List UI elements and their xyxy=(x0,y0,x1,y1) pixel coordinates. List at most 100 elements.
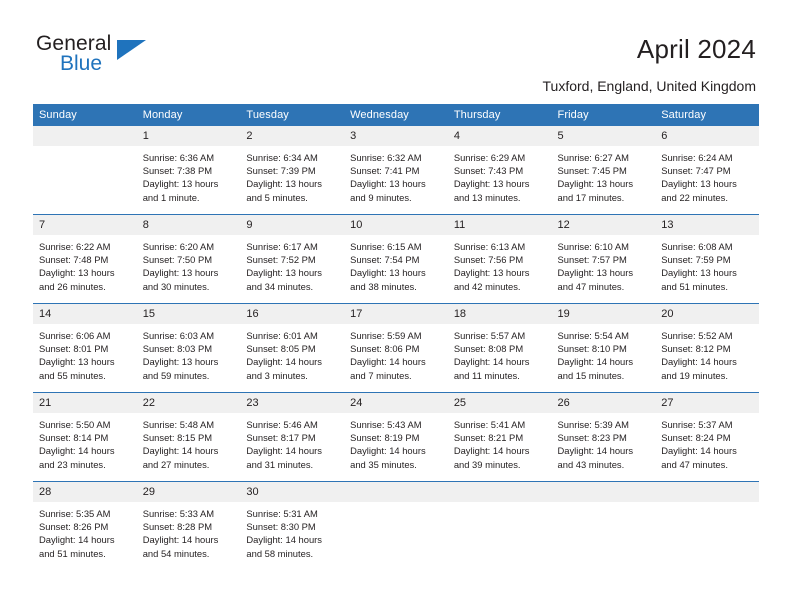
sunrise-text: Sunrise: 6:29 AM xyxy=(453,152,526,163)
daylight-text: Daylight: 13 hours xyxy=(142,267,219,279)
calendar-day-cell[interactable]: 17 Sunrise: 5:59 AM Sunset: 8:06 PM Dayligh… xyxy=(344,303,448,393)
daylight-text: and 43 minutes. xyxy=(557,458,625,470)
day-details: Sunrise: 5:37 AM Sunset: 8:24 PM Daylight:… xyxy=(655,413,759,471)
daylight-text: and 39 minutes. xyxy=(453,458,521,470)
day-number: 15 xyxy=(136,304,241,324)
page-header: General Blue April 2024 Tuxford, England… xyxy=(0,0,792,95)
daylight-text: Daylight: 14 hours xyxy=(557,445,634,457)
calendar-day-cell[interactable]: 25 Sunrise: 5:41 AM Sunset: 8:21 PM Dayligh… xyxy=(447,392,552,482)
sunrise-text: Sunrise: 5:35 AM xyxy=(39,508,111,519)
daylight-text: Daylight: 13 hours xyxy=(350,267,426,279)
day-number: 6 xyxy=(655,126,759,146)
calendar-day-cell[interactable]: 21 Sunrise: 5:50 AM Sunset: 8:14 PM Dayligh… xyxy=(33,392,137,482)
daylight-text: and 35 minutes. xyxy=(350,458,417,470)
sunrise-text: Sunrise: 6:17 AM xyxy=(246,241,318,252)
calendar-day-cell[interactable]: 7 Sunrise: 6:22 AM Sunset: 7:48 PM Daylight… xyxy=(33,214,137,304)
day-number: 17 xyxy=(344,304,448,324)
sunrise-text: Sunrise: 6:08 AM xyxy=(661,241,733,252)
calendar-day-cell[interactable]: 12 Sunrise: 6:10 AM Sunset: 7:57 PM Dayligh… xyxy=(551,214,656,304)
daylight-text: Daylight: 13 hours xyxy=(39,267,115,279)
calendar-day-cell[interactable]: 5 Sunrise: 6:27 AM Sunset: 7:45 PM Daylight… xyxy=(551,126,656,215)
daylight-text: Daylight: 13 hours xyxy=(661,178,737,190)
sunrise-text: Sunrise: 5:46 AM xyxy=(246,419,318,430)
sunset-text: Sunset: 7:39 PM xyxy=(246,165,316,177)
calendar-day-cell[interactable]: 24 Sunrise: 5:43 AM Sunset: 8:19 PM Dayligh… xyxy=(344,392,448,482)
page-title: April 2024 xyxy=(636,34,756,64)
day-details: Sunrise: 6:34 AM Sunset: 7:39 PM Daylight:… xyxy=(240,146,344,204)
calendar-day-cell[interactable]: 16 Sunrise: 6:01 AM Sunset: 8:05 PM Dayligh… xyxy=(240,303,345,393)
calendar-day-cell[interactable]: 14 Sunrise: 6:06 AM Sunset: 8:01 PM Dayligh… xyxy=(33,303,137,393)
day-number: 1 xyxy=(136,126,241,146)
sunset-text: Sunset: 8:26 PM xyxy=(39,521,109,533)
calendar-day-cell[interactable]: 3 Sunrise: 6:32 AM Sunset: 7:41 PM Daylight… xyxy=(344,126,448,215)
day-details: Sunrise: 6:27 AM Sunset: 7:45 PM Daylight:… xyxy=(552,146,656,204)
daylight-text: Daylight: 13 hours xyxy=(557,267,634,279)
calendar-day-cell[interactable]: 22 Sunrise: 5:48 AM Sunset: 8:15 PM Dayligh… xyxy=(136,392,241,482)
sunset-text: Sunset: 8:14 PM xyxy=(39,432,109,444)
calendar-day-cell-empty xyxy=(551,481,656,570)
day-number: 28 xyxy=(33,482,137,502)
daylight-text: and 27 minutes. xyxy=(142,458,210,470)
sunset-text: Sunset: 8:23 PM xyxy=(557,432,627,444)
calendar-week-row: 21 Sunrise: 5:50 AM Sunset: 8:14 PM Dayligh… xyxy=(33,392,759,482)
day-details: Sunrise: 6:17 AM Sunset: 7:52 PM Daylight:… xyxy=(240,235,344,293)
day-details: Sunrise: 5:46 AM Sunset: 8:17 PM Daylight:… xyxy=(240,413,344,471)
daylight-text: Daylight: 14 hours xyxy=(453,445,530,457)
day-number xyxy=(551,482,656,502)
sunrise-text: Sunrise: 5:37 AM xyxy=(661,419,733,430)
sunset-text: Sunset: 8:19 PM xyxy=(350,432,420,444)
daylight-text: and 55 minutes. xyxy=(39,369,106,381)
calendar-day-cell[interactable]: 11 Sunrise: 6:13 AM Sunset: 7:56 PM Dayligh… xyxy=(447,214,552,304)
calendar-day-cell-empty xyxy=(344,481,448,570)
calendar-day-cell[interactable]: 26 Sunrise: 5:39 AM Sunset: 8:23 PM Dayligh… xyxy=(551,392,656,482)
calendar-day-cell[interactable]: 6 Sunrise: 6:24 AM Sunset: 7:47 PM Daylight… xyxy=(655,126,759,215)
weekday-header-friday: Friday xyxy=(551,104,656,126)
calendar-day-cell[interactable]: 29 Sunrise: 5:33 AM Sunset: 8:28 PM Dayligh… xyxy=(136,481,241,570)
daylight-text: and 9 minutes. xyxy=(350,191,412,203)
daylight-text: Daylight: 14 hours xyxy=(246,534,322,546)
calendar-week-row: 1 Sunrise: 6:36 AM Sunset: 7:38 PM Daylight… xyxy=(33,126,759,215)
calendar-day-cell[interactable]: 28 Sunrise: 5:35 AM Sunset: 8:26 PM Dayligh… xyxy=(33,481,137,570)
calendar-day-cell[interactable]: 4 Sunrise: 6:29 AM Sunset: 7:43 PM Daylight… xyxy=(447,126,552,215)
sunrise-text: Sunrise: 5:41 AM xyxy=(453,419,526,430)
sunrise-text: Sunrise: 6:01 AM xyxy=(246,330,318,341)
calendar-day-cell[interactable]: 13 Sunrise: 6:08 AM Sunset: 7:59 PM Dayligh… xyxy=(655,214,759,304)
day-number xyxy=(33,126,137,146)
day-details: Sunrise: 6:08 AM Sunset: 7:59 PM Daylight:… xyxy=(655,235,759,293)
calendar-day-cell[interactable]: 1 Sunrise: 6:36 AM Sunset: 7:38 PM Daylight… xyxy=(136,126,241,215)
calendar-day-cell[interactable]: 9 Sunrise: 6:17 AM Sunset: 7:52 PM Daylight… xyxy=(240,214,345,304)
daylight-text: and 47 minutes. xyxy=(661,458,728,470)
day-details: Sunrise: 5:48 AM Sunset: 8:15 PM Daylight:… xyxy=(137,413,241,471)
day-details: Sunrise: 6:36 AM Sunset: 7:38 PM Daylight:… xyxy=(137,146,241,204)
sunset-text: Sunset: 8:17 PM xyxy=(246,432,316,444)
daylight-text: and 23 minutes. xyxy=(39,458,106,470)
daylight-text: Daylight: 14 hours xyxy=(142,534,219,546)
calendar-day-cell[interactable]: 19 Sunrise: 5:54 AM Sunset: 8:10 PM Dayligh… xyxy=(551,303,656,393)
calendar-day-cell[interactable]: 8 Sunrise: 6:20 AM Sunset: 7:50 PM Daylight… xyxy=(136,214,241,304)
sunset-text: Sunset: 7:43 PM xyxy=(453,165,524,177)
calendar-day-cell-empty xyxy=(33,126,137,215)
sunrise-text: Sunrise: 5:59 AM xyxy=(350,330,422,341)
calendar-day-cell[interactable]: 18 Sunrise: 5:57 AM Sunset: 8:08 PM Dayligh… xyxy=(447,303,552,393)
calendar-day-cell[interactable]: 15 Sunrise: 6:03 AM Sunset: 8:03 PM Dayligh… xyxy=(136,303,241,393)
day-number: 12 xyxy=(551,215,656,235)
daylight-text: and 30 minutes. xyxy=(142,280,210,292)
sunset-text: Sunset: 7:45 PM xyxy=(557,165,627,177)
calendar-day-cell[interactable]: 20 Sunrise: 5:52 AM Sunset: 8:12 PM Dayligh… xyxy=(655,303,759,393)
calendar-week-row: 7 Sunrise: 6:22 AM Sunset: 7:48 PM Daylight… xyxy=(33,214,759,304)
calendar-day-cell[interactable]: 10 Sunrise: 6:15 AM Sunset: 7:54 PM Dayligh… xyxy=(344,214,448,304)
day-number: 13 xyxy=(655,215,759,235)
sunrise-text: Sunrise: 5:52 AM xyxy=(661,330,733,341)
sunrise-text: Sunrise: 6:15 AM xyxy=(350,241,422,252)
daylight-text: Daylight: 14 hours xyxy=(39,534,115,546)
day-number: 8 xyxy=(136,215,241,235)
weekday-header-saturday: Saturday xyxy=(655,104,759,126)
calendar-day-cell[interactable]: 2 Sunrise: 6:34 AM Sunset: 7:39 PM Daylight… xyxy=(240,126,345,215)
day-details: Sunrise: 6:03 AM Sunset: 8:03 PM Daylight:… xyxy=(137,324,241,382)
sunset-text: Sunset: 8:10 PM xyxy=(557,343,627,355)
calendar-day-cell[interactable]: 27 Sunrise: 5:37 AM Sunset: 8:24 PM Dayligh… xyxy=(655,392,759,482)
calendar-day-cell[interactable]: 30 Sunrise: 5:31 AM Sunset: 8:30 PM Dayligh… xyxy=(240,481,345,570)
calendar-day-cell[interactable]: 23 Sunrise: 5:46 AM Sunset: 8:17 PM Dayligh… xyxy=(240,392,345,482)
day-number: 3 xyxy=(344,126,448,146)
general-blue-logo[interactable]: General Blue xyxy=(36,33,156,79)
